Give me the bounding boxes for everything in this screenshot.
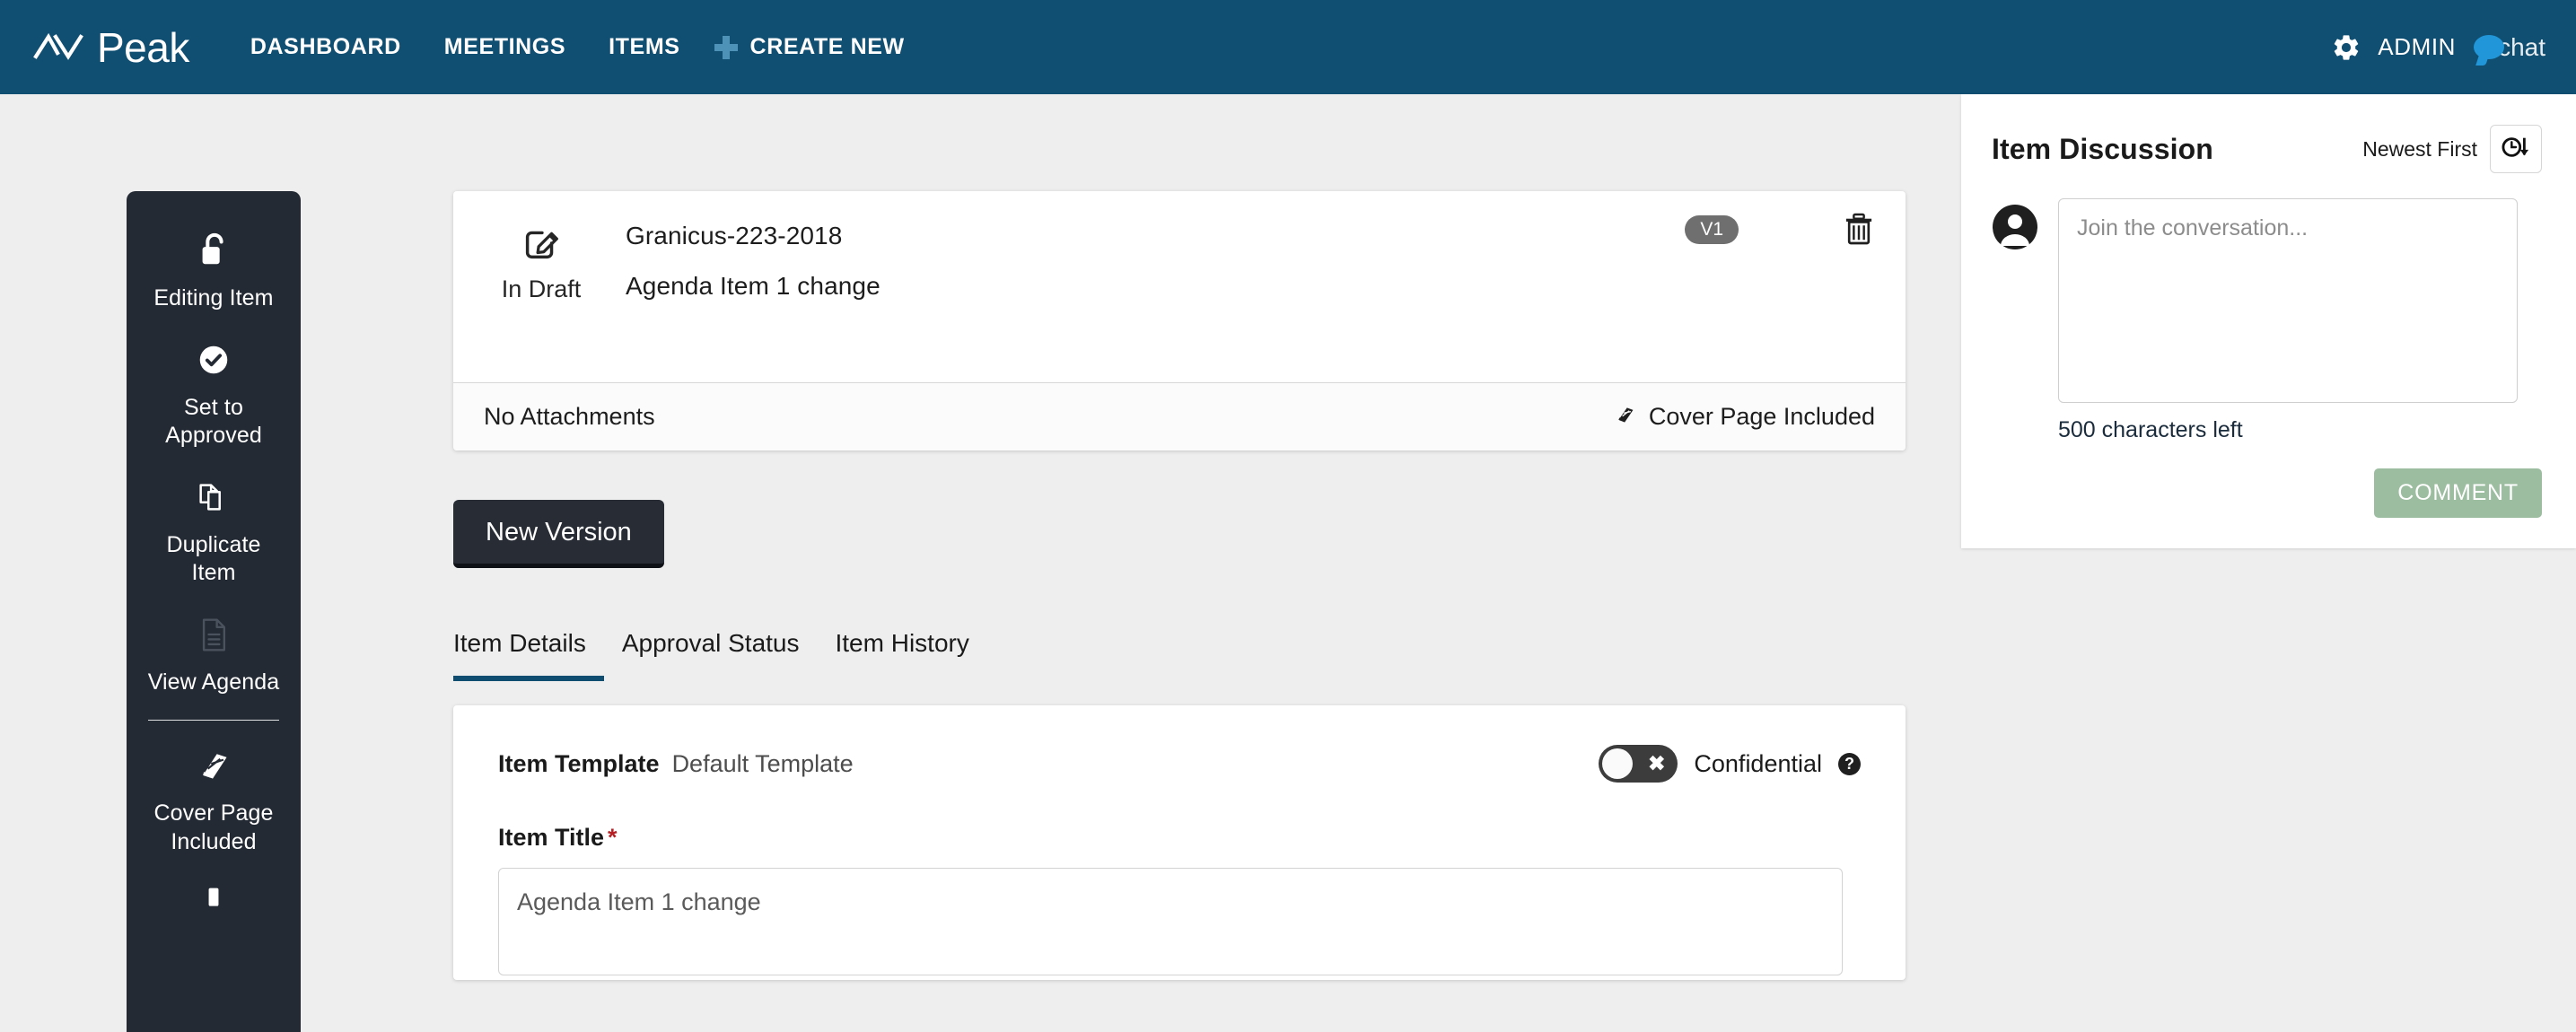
discussion-sort: Newest First (2362, 125, 2542, 173)
confidential-label: Confidential (1694, 749, 1822, 777)
rail-label-duplicate-item: Duplicate Item (166, 531, 261, 586)
rail-item-cover-page-included[interactable]: Cover Page Included (136, 730, 292, 867)
book-icon (194, 742, 233, 789)
book-icon (1615, 403, 1636, 431)
tab-item-details[interactable]: Item Details (453, 629, 604, 681)
rail-item-set-to-approved[interactable]: Set to Approved (136, 324, 292, 461)
cover-page-status[interactable]: Cover Page Included (1615, 403, 1875, 431)
characters-left-counter: 500 characters left (2058, 417, 2243, 442)
gear-icon[interactable] (2331, 32, 2361, 63)
item-discussion-panel: Item Discussion Newest First Join the co… (1961, 94, 2576, 548)
template-info: Item Template Default Template (498, 750, 854, 778)
brand-name: Peak (97, 23, 189, 71)
rail-item-duplicate-item[interactable]: Duplicate Item (136, 461, 292, 599)
rail-item-partial[interactable] (136, 867, 292, 937)
item-summary-card: In Draft Granicus-223-2018 Agenda Item 1… (453, 191, 1906, 450)
brand-logo[interactable]: Peak (32, 27, 189, 68)
check-circle-icon (195, 337, 232, 383)
attachments-status: No Attachments (484, 403, 655, 430)
peak-logo-icon (32, 30, 84, 66)
cover-page-label: Cover Page Included (1648, 403, 1875, 430)
trash-icon[interactable] (1841, 209, 1877, 253)
version-badge[interactable]: V1 (1685, 215, 1739, 244)
toggle-knob (1602, 748, 1634, 779)
primary-nav: DASHBOARD MEETINGS ITEMS CREATE NEW (229, 34, 905, 60)
item-details-panel: Item Template Default Template ✖ Confide… (453, 705, 1906, 980)
nav-dashboard[interactable]: DASHBOARD (229, 34, 423, 60)
item-status-block: In Draft (484, 213, 599, 303)
item-name: Agenda Item 1 change (626, 272, 881, 300)
nav-right-group: ADMIN chat (2331, 0, 2545, 94)
item-title-label: Item Title * (498, 824, 1861, 852)
item-title-input[interactable] (498, 868, 1843, 975)
comment-composer (1992, 198, 2542, 403)
sort-toggle-button[interactable] (2490, 125, 2542, 173)
chat-label: chat (2498, 32, 2545, 61)
confidential-toggle[interactable]: ✖ (1599, 745, 1678, 783)
rail-label-cover-page-included: Cover Page Included (153, 800, 274, 854)
document-icon (196, 611, 232, 658)
item-tabs: Item Details Approval Status Item Histor… (453, 629, 1906, 681)
rail-label-set-to-approved: Set to Approved (165, 394, 262, 449)
duplicate-icon (194, 474, 233, 520)
page-body: Editing Item Set to Approved Duplicate Ite… (0, 94, 2576, 1032)
item-status-label: In Draft (501, 275, 582, 302)
chat-button[interactable]: chat (2474, 33, 2545, 62)
edit-square-icon (519, 220, 564, 265)
partial-icon (196, 879, 232, 926)
nav-meetings[interactable]: MEETINGS (423, 34, 587, 60)
required-marker: * (608, 824, 618, 851)
nav-items[interactable]: ITEMS (587, 34, 701, 60)
unlock-icon (195, 227, 232, 274)
create-new-button[interactable]: CREATE NEW (702, 34, 905, 60)
item-title-label-text: Item Title (498, 824, 605, 851)
comment-input[interactable] (2058, 198, 2518, 403)
tab-item-history[interactable]: Item History (818, 629, 987, 681)
create-new-label: CREATE NEW (749, 34, 905, 59)
admin-menu[interactable]: ADMIN (2378, 33, 2456, 61)
template-row: Item Template Default Template ✖ Confide… (498, 745, 1861, 783)
rail-divider (148, 720, 279, 721)
item-template-label: Item Template (498, 749, 660, 777)
item-summary-top: In Draft Granicus-223-2018 Agenda Item 1… (453, 191, 1906, 382)
sort-label: Newest First (2362, 136, 2477, 161)
discussion-header: Item Discussion Newest First (1992, 125, 2542, 173)
item-meta: Granicus-223-2018 Agenda Item 1 change (599, 213, 1875, 301)
item-summary-footer: No Attachments Cover Page Included (453, 382, 1906, 450)
confidential-control: ✖ Confidential ? (1599, 745, 1861, 783)
comment-button-row: COMMENT (1992, 468, 2542, 518)
top-navbar: Peak DASHBOARD MEETINGS ITEMS CREATE NEW… (0, 0, 2576, 94)
item-template-value: Default Template (671, 749, 854, 777)
chat-bubble-icon (2474, 35, 2505, 59)
discussion-title: Item Discussion (1992, 132, 2213, 165)
rail-label-editing-item: Editing Item (153, 285, 274, 310)
tab-approval-status[interactable]: Approval Status (604, 629, 818, 681)
plus-icon (714, 35, 738, 59)
rail-item-editing-item[interactable]: Editing Item (136, 214, 292, 324)
item-action-rail: Editing Item Set to Approved Duplicate Ite… (127, 191, 301, 1032)
main-column: In Draft Granicus-223-2018 Agenda Item 1… (453, 191, 1906, 980)
new-version-button[interactable]: New Version (453, 500, 664, 568)
comment-submit-button[interactable]: COMMENT (2374, 468, 2542, 518)
user-avatar-icon (1992, 204, 2038, 250)
rail-item-view-agenda[interactable]: View Agenda (136, 599, 292, 708)
rail-label-view-agenda: View Agenda (147, 669, 280, 695)
toggle-off-x-icon: ✖ (1648, 751, 1666, 775)
clock-arrow-down-icon (2501, 134, 2531, 165)
help-icon[interactable]: ? (1838, 752, 1861, 775)
